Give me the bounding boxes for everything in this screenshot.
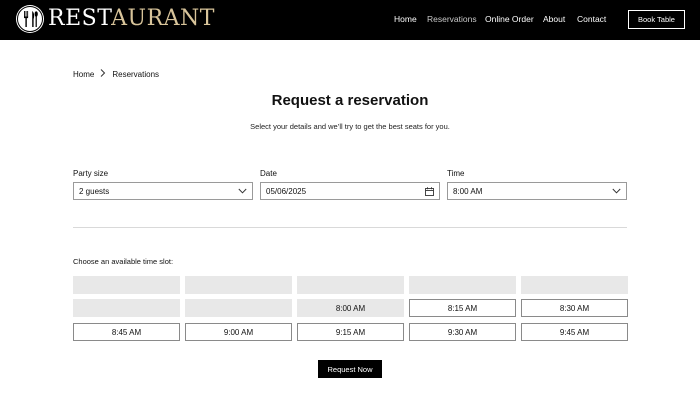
date-input[interactable]: 05/06/2025	[260, 182, 440, 200]
time-slot[interactable]: 9:45 AM	[521, 323, 628, 341]
party-size-value: 2 guests	[79, 186, 110, 196]
time-slot	[521, 276, 628, 294]
breadcrumb-home[interactable]: Home	[73, 70, 94, 79]
nav-reservations[interactable]: Reservations	[427, 14, 477, 24]
time-slot[interactable]: 8:30 AM	[521, 299, 628, 317]
time-slot	[73, 299, 180, 317]
time-slot[interactable]: 8:45 AM	[73, 323, 180, 341]
time-slot[interactable]: 9:00 AM	[185, 323, 292, 341]
page-subtitle: Select your details and we’ll try to get…	[250, 122, 450, 131]
brand-logo[interactable]: RESTAURANT	[16, 5, 215, 33]
brand-name: RESTAURANT	[48, 5, 215, 33]
brand-name-part1: REST	[48, 6, 112, 31]
nav-online-order[interactable]: Online Order	[485, 14, 534, 24]
party-size-label: Party size	[73, 169, 109, 178]
party-size-select[interactable]: 2 guests	[73, 182, 253, 200]
nav-home[interactable]: Home	[394, 14, 417, 24]
date-label: Date	[260, 169, 277, 178]
time-select[interactable]: 8:00 AM	[447, 182, 627, 200]
page-title: Request a reservation	[271, 92, 429, 109]
nav-contact[interactable]: Contact	[577, 14, 606, 24]
site-header: RESTAURANT Home Reservations Online Orde…	[0, 0, 700, 40]
time-slot: 8:00 AM	[297, 299, 404, 317]
time-slot	[297, 276, 404, 294]
time-slot[interactable]: 9:15 AM	[297, 323, 404, 341]
section-divider	[73, 227, 627, 228]
calendar-icon[interactable]	[425, 187, 434, 198]
date-value: 05/06/2025	[266, 186, 307, 196]
time-slot	[185, 299, 292, 317]
brand-name-part2: AURANT	[111, 6, 215, 31]
time-slots-label: Choose an available time slot:	[73, 257, 174, 266]
time-value: 8:00 AM	[453, 186, 483, 196]
chevron-down-icon	[238, 187, 247, 197]
time-slot	[409, 276, 516, 294]
book-table-button[interactable]: Book Table	[628, 10, 685, 29]
time-slot[interactable]: 9:30 AM	[409, 323, 516, 341]
chevron-down-icon	[612, 187, 621, 197]
breadcrumb: Home Reservations	[73, 69, 159, 79]
breadcrumb-current: Reservations	[112, 69, 160, 79]
time-slot[interactable]: 8:15 AM	[409, 299, 516, 317]
cutlery-icon	[16, 5, 44, 33]
time-slot	[185, 276, 292, 294]
time-slot	[73, 276, 180, 294]
chevron-right-icon	[100, 69, 106, 79]
nav-about[interactable]: About	[543, 14, 565, 24]
request-now-button[interactable]: Request Now	[318, 360, 382, 378]
time-label: Time	[447, 169, 465, 178]
